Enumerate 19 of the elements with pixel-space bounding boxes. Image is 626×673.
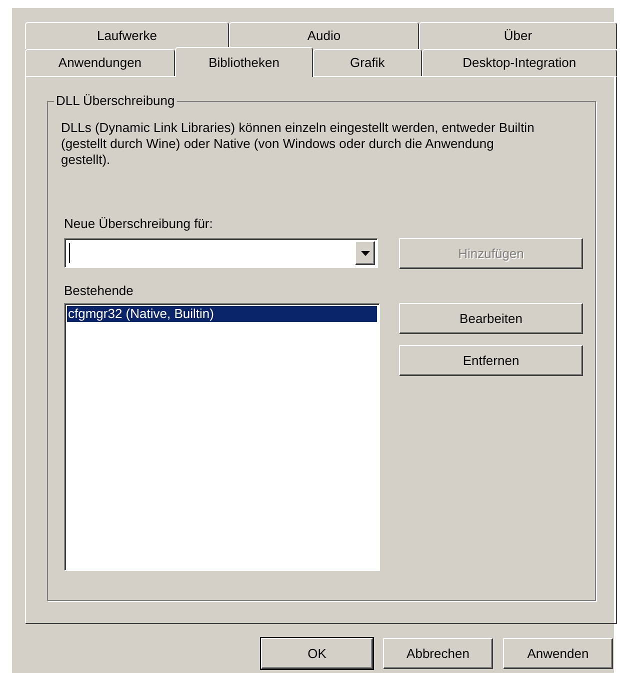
group-title: DLL Überschreibung	[54, 93, 177, 109]
tab[interactable]: Über	[419, 22, 618, 49]
description-text: DLLs (Dynamic Link Libraries) können einzeln eingestellt werden, entweder Builtin (gestellt durch Wine) oder Native (von Windows oder durch die Anwendung gestellt).	[61, 120, 536, 168]
ok-button[interactable]: OK	[261, 638, 373, 669]
list-label: Bestehende	[64, 283, 134, 299]
existing-list[interactable]: cfgmgr32 (Native, Builtin)	[64, 303, 380, 571]
dialog-button[interactable]: Anwenden	[503, 638, 613, 669]
list-item[interactable]: cfgmgr32 (Native, Builtin)	[67, 306, 377, 322]
tab[interactable]: Laufwerke	[25, 22, 229, 49]
dialog-button[interactable]: Bearbeiten	[399, 303, 583, 334]
dll-combo-box[interactable]	[64, 238, 378, 268]
tab[interactable]: Anwendungen	[25, 49, 175, 76]
field-label: Neue Überschreibung für:	[64, 216, 214, 232]
tab[interactable]: Audio	[228, 22, 420, 49]
tab[interactable]: Bibliotheken	[174, 47, 314, 77]
tab[interactable]: Desktop-Integration	[422, 49, 617, 76]
dialog-button[interactable]: Entfernen	[399, 345, 583, 376]
dialog-button[interactable]: Abbrechen	[383, 638, 493, 669]
tab[interactable]: Grafik	[313, 49, 422, 76]
